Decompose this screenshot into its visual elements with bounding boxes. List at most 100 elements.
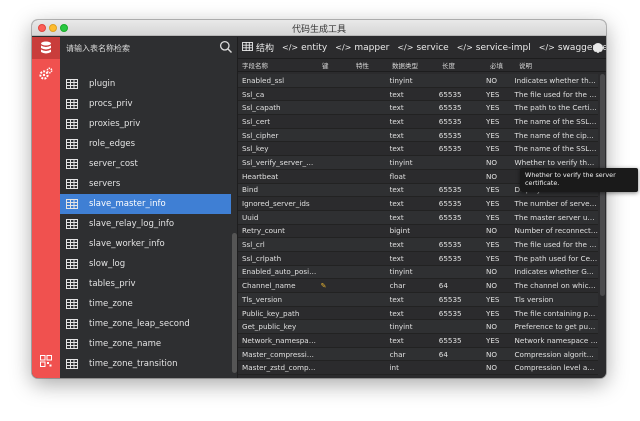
- cell: text: [389, 294, 404, 304]
- tab-service-impl[interactable]: </> service-impl: [453, 37, 535, 58]
- table-list-item[interactable]: time_zone_transition: [60, 354, 231, 374]
- table-list-item[interactable]: slave_relay_log_info: [60, 214, 231, 234]
- table-name: procs_priv: [89, 99, 133, 109]
- cell: Ssl_capath: [242, 103, 281, 113]
- app-window: 代码生成工具 请输入表名称检索 plugin procs_priv proxie…: [32, 20, 606, 378]
- cell: YES: [485, 294, 500, 304]
- cell: Get_public_key: [242, 322, 297, 332]
- table-icon: [66, 159, 78, 169]
- table-row[interactable]: Network_namespace text 65535 YES Network nam…: [238, 334, 598, 348]
- table-list-item[interactable]: slave_master_info: [60, 194, 231, 214]
- column-header[interactable]: 字段名称: [238, 60, 318, 70]
- column-headers: 字段名称键特性 数据类型 长度 必填 说明: [238, 59, 606, 72]
- cell: YES: [485, 144, 500, 154]
- cell: 64: [438, 349, 448, 359]
- column-header[interactable]: 键: [318, 60, 352, 70]
- table-list-item[interactable]: procs_priv: [60, 94, 231, 114]
- table-row[interactable]: Ssl_ca text 65535 YES The file used for the …: [238, 88, 598, 102]
- table-list-item[interactable]: time_zone_transition_type: [60, 374, 231, 378]
- table-icon: [66, 199, 78, 209]
- cell: char: [389, 281, 406, 291]
- cell: Master_compressio...: [242, 349, 317, 359]
- sidebar-scrollbar[interactable]: [232, 233, 237, 373]
- table-row[interactable]: Ssl_capath text 65535 YES The path to the Ce…: [238, 101, 598, 116]
- table-list-item[interactable]: time_zone: [60, 294, 231, 314]
- table-row[interactable]: Master_compressio... char 64 NO Compression …: [238, 347, 598, 362]
- table-list-item[interactable]: server_cost: [60, 154, 231, 174]
- qr-code-button[interactable]: [32, 350, 60, 372]
- table-row[interactable]: Tls_version text 65535 YES Tls version: [238, 293, 598, 307]
- table-row[interactable]: Channel_name ✎ char 64 NO The channel on whic…: [238, 279, 598, 293]
- settings-button[interactable]: [32, 63, 60, 85]
- chevron-down-icon: [595, 51, 601, 56]
- cell: 65535: [438, 240, 462, 250]
- table-list-item[interactable]: plugin: [60, 74, 231, 94]
- table-row[interactable]: Ssl_cert text 65535 YES The name of the SSL …: [238, 115, 598, 129]
- cell: Channel_name: [242, 281, 296, 291]
- database-button[interactable]: [32, 37, 60, 59]
- table-row[interactable]: Ssl_cipher text 65535 YES The name of the ci…: [238, 128, 598, 143]
- cell: YES: [485, 335, 500, 345]
- tab-mapper[interactable]: </> mapper: [331, 37, 393, 58]
- cell: NO: [485, 157, 498, 167]
- cell: The name of the SSL certifi...: [514, 116, 598, 126]
- tab-service[interactable]: </> service: [393, 37, 452, 58]
- table-row[interactable]: Master_zstd_comp... int NO Compression leve…: [238, 361, 598, 376]
- cell: NO: [485, 322, 498, 332]
- table-name: tables_priv: [89, 279, 136, 289]
- table-list-item[interactable]: tables_priv: [60, 274, 231, 294]
- table-list-item[interactable]: time_zone_leap_second: [60, 314, 231, 334]
- table-icon: [66, 79, 78, 89]
- cell: 65535: [438, 185, 462, 195]
- cell: The path to the Certificate ...: [514, 103, 598, 113]
- tab-结构[interactable]: 结构: [238, 37, 278, 58]
- cell: tinyint: [389, 75, 413, 85]
- table-row[interactable]: Uuid text 65535 YES The master server uuid.: [238, 210, 598, 225]
- cell: text: [389, 144, 404, 154]
- cell: NO: [485, 363, 498, 373]
- fields-table: Enabled_ssl tinyint NO Indicates whether th…: [238, 74, 598, 378]
- table-row[interactable]: Get_public_key tinyint NO Preference to get…: [238, 320, 598, 335]
- cell: Tls version: [514, 294, 554, 304]
- cell: 65535: [438, 116, 462, 126]
- column-header[interactable]: 长度: [438, 60, 486, 70]
- table-row[interactable]: Ssl_crl text 65535 YES The file used for the…: [238, 238, 598, 252]
- table-search-input[interactable]: [66, 41, 204, 55]
- column-header[interactable]: 特性: [352, 60, 388, 70]
- table-list-item[interactable]: slow_log: [60, 254, 231, 274]
- cell: Uuid: [242, 212, 259, 222]
- cell: Public_key_path: [242, 308, 300, 318]
- table-list-item[interactable]: slave_worker_info: [60, 234, 231, 254]
- tab-overflow-button[interactable]: [593, 43, 603, 56]
- table-row[interactable]: Ssl_crlpath text 65535 YES The path used for…: [238, 252, 598, 266]
- column-header[interactable]: 必填: [486, 60, 515, 70]
- column-header[interactable]: 数据类型: [388, 60, 438, 70]
- table-list: plugin procs_priv proxies_priv role_edges se…: [60, 74, 231, 378]
- table-name: time_zone: [89, 299, 133, 309]
- table-icon: [66, 299, 78, 309]
- database-icon: [41, 41, 51, 54]
- tab-entity[interactable]: </> entity: [278, 37, 331, 58]
- cell: 65535: [438, 335, 462, 345]
- table-row[interactable]: Ignored_server_ids text 65535 YES The number…: [238, 197, 598, 211]
- cell: Indicates whether GTIDs wi...: [514, 267, 598, 277]
- cell: 65535: [438, 103, 462, 113]
- table-row[interactable]: Enabled_auto_posit... tinyint NO Indicates …: [238, 265, 598, 280]
- cell: char: [389, 349, 406, 359]
- table-row[interactable]: Public_key_path text 65535 YES The file cont…: [238, 307, 598, 321]
- cell: NO: [485, 171, 498, 181]
- table-row[interactable]: Ssl_key text 65535 YES The name of the SSL k…: [238, 142, 598, 157]
- table-name: slave_relay_log_info: [89, 219, 175, 229]
- table-list-item[interactable]: role_edges: [60, 134, 231, 154]
- table-list-item[interactable]: proxies_priv: [60, 114, 231, 134]
- tab-bar: 结构 </> entity </> mapper </> service </> service…: [238, 37, 606, 59]
- table-row[interactable]: Enabled_ssl tinyint NO Indicates whether th…: [238, 74, 598, 88]
- search-icon[interactable]: [219, 40, 233, 54]
- table-list-item[interactable]: servers: [60, 174, 231, 194]
- cell: text: [389, 335, 404, 345]
- cell: Ssl_cipher: [242, 130, 279, 140]
- column-header[interactable]: 说明: [515, 60, 604, 70]
- table-list-item[interactable]: time_zone_name: [60, 334, 231, 354]
- table-row[interactable]: Retry_count bigint NO Number of reconnect a…: [238, 225, 598, 239]
- cell: Number of reconnect atte...: [514, 226, 598, 236]
